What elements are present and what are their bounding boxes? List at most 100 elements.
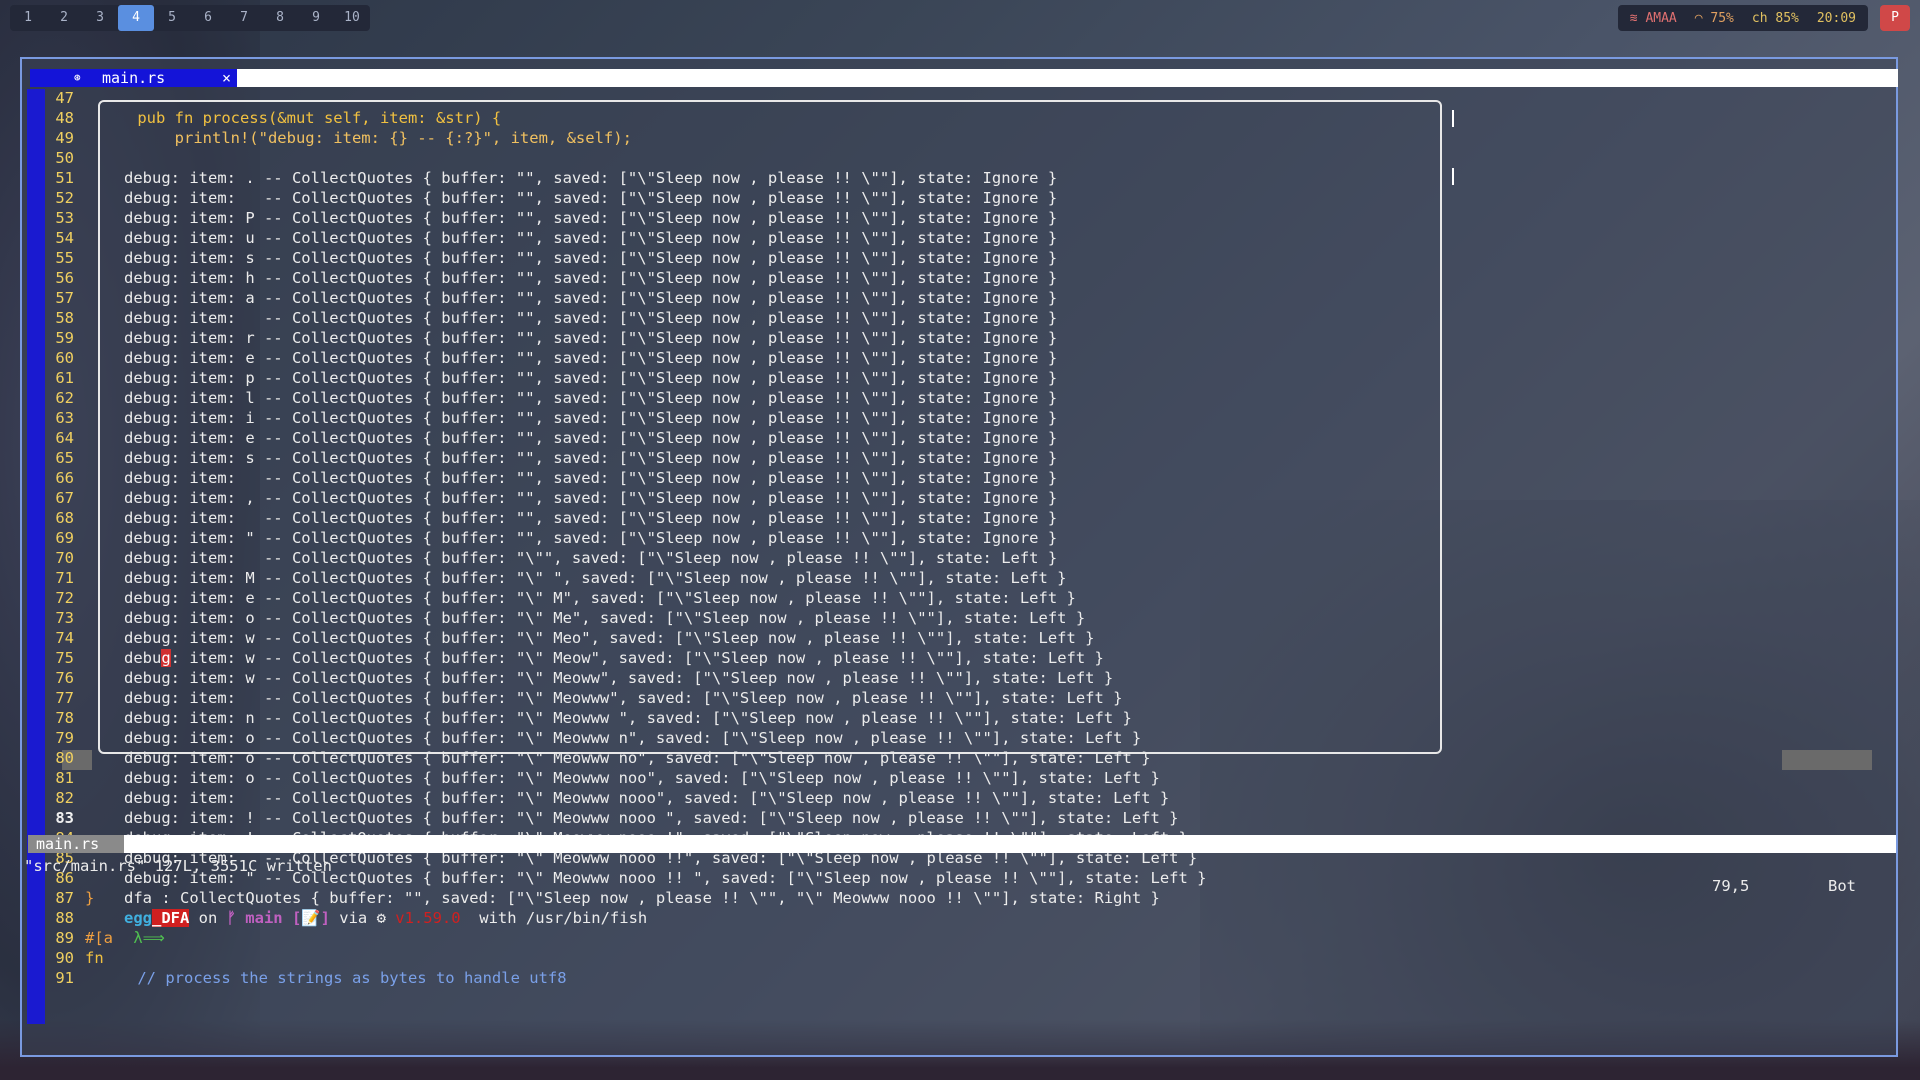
terminal-line: debug: item: h -- CollectQuotes { buffer…: [124, 269, 1058, 287]
terminal-line: debug: item: w -- CollectQuotes { buffer…: [124, 629, 1095, 647]
line-number: 63: [55, 409, 74, 427]
terminal-line: debug: item: -- CollectQuotes { buffer: …: [124, 309, 1058, 327]
line-number: 73: [55, 609, 74, 627]
line-number: 47: [55, 89, 74, 107]
terminal-line: debug: item: e -- CollectQuotes { buffer…: [124, 349, 1058, 367]
code-line[interactable]: }: [85, 888, 94, 908]
terminal-line: debug: item: " -- CollectQuotes { buffer…: [124, 529, 1058, 547]
workspace-5[interactable]: 5: [154, 5, 190, 31]
line-number: 90: [55, 949, 74, 967]
prompt-text: via: [329, 909, 377, 927]
rust-icon: ⚙: [376, 909, 386, 927]
terminal-line: debug: item: o -- CollectQuotes { buffer…: [124, 729, 1142, 747]
shell-prompt: egg_DFA on ᚠ main [📝] via ⚙ v1.59.0 with…: [124, 908, 1207, 928]
volume-status[interactable]: ◠ 75%: [1695, 11, 1734, 26]
terminal-line: debug: item: -- CollectQuotes { buffer: …: [124, 849, 1198, 867]
terminal-line: debug: item: -- CollectQuotes { buffer: …: [124, 509, 1058, 527]
rust-file-icon: ⊛: [74, 71, 81, 84]
terminal-line: debug: item: n -- CollectQuotes { buffer…: [124, 709, 1132, 727]
line-number: 78: [55, 709, 74, 727]
code-line[interactable]: fn: [85, 948, 104, 968]
line-number: 59: [55, 329, 74, 347]
line-number: 72: [55, 589, 74, 607]
terminal-line: debug: item: r -- CollectQuotes { buffer…: [124, 329, 1058, 347]
line-number: 55: [55, 249, 74, 267]
line-number: 80: [55, 749, 74, 767]
workspace-10[interactable]: 10: [334, 5, 370, 31]
workspace-8[interactable]: 8: [262, 5, 298, 31]
tab-main-rs[interactable]: ⊛ main.rs ×: [30, 69, 237, 87]
terminal-line: debug: item: ! -- CollectQuotes { buffer…: [124, 829, 1188, 847]
line-number: 86: [55, 869, 74, 887]
scrollbar[interactable]: [1452, 110, 1454, 127]
terminal-line: debug: item: o -- CollectQuotes { buffer…: [124, 609, 1086, 627]
terminal-line: debug: item: p -- CollectQuotes { buffer…: [124, 369, 1058, 387]
line-number: 65: [55, 449, 74, 467]
prompt-lambda[interactable]: λ⟹: [124, 928, 1207, 948]
prompt-directory: egg: [124, 909, 152, 927]
terminal-line: debug: item: -- CollectQuotes { buffer: …: [124, 469, 1058, 487]
status-bar: ≋ AMAA ◠ 75% ch 85% 20:09: [1617, 5, 1868, 31]
terminal-line: debug: item: u -- CollectQuotes { buffer…: [124, 229, 1058, 247]
terminal-line: debug: item: , -- CollectQuotes { buffer…: [124, 489, 1058, 507]
line-number: 85: [55, 849, 74, 867]
terminal-line: debug: item: -- CollectQuotes { buffer: …: [124, 789, 1170, 807]
line-number: 53: [55, 209, 74, 227]
terminal-line: debug: item: ! -- CollectQuotes { buffer…: [124, 809, 1179, 827]
line-number: 83: [55, 809, 74, 827]
line-number: 61: [55, 369, 74, 387]
code-line[interactable]: // process the strings as bytes to handl…: [100, 968, 566, 988]
clock[interactable]: 20:09: [1817, 11, 1856, 26]
line-number: 60: [55, 349, 74, 367]
wifi-status[interactable]: ≋ AMAA: [1630, 11, 1677, 26]
line-number: 66: [55, 469, 74, 487]
workspace-9[interactable]: 9: [298, 5, 334, 31]
terminal-line: debug: item: o -- CollectQuotes { buffer…: [124, 769, 1160, 787]
line-number: 76: [55, 669, 74, 687]
prompt-text: on: [189, 909, 227, 927]
rust-version: v1.59.0: [385, 909, 461, 927]
terminal-line: debug: item: s -- CollectQuotes { buffer…: [124, 449, 1058, 467]
line-number: 58: [55, 309, 74, 327]
line-number: 48: [55, 109, 74, 127]
power-button[interactable]: P: [1880, 5, 1910, 31]
terminal-line: debug: item: " -- CollectQuotes { buffer…: [124, 869, 1207, 887]
workspace-4[interactable]: 4: [118, 5, 154, 31]
line-number: 57: [55, 289, 74, 307]
terminal-line: debug: item: P -- CollectQuotes { buffer…: [124, 209, 1058, 227]
line-number: 70: [55, 549, 74, 567]
wifi-label: AMAA: [1645, 10, 1677, 26]
terminal-line: debug: item: i -- CollectQuotes { buffer…: [124, 409, 1058, 427]
line-number: 68: [55, 509, 74, 527]
battery-status[interactable]: ch 85%: [1752, 11, 1799, 26]
prompt-directory-highlight: _DFA: [152, 909, 190, 927]
line-number: 89: [55, 929, 74, 947]
workspace-7[interactable]: 7: [226, 5, 262, 31]
line-number: 79: [55, 729, 74, 747]
line-number: 81: [55, 769, 74, 787]
terminal-line: dfa : CollectQuotes { buffer: "", saved:…: [124, 889, 1160, 907]
tabline: ⊛ main.rs ×: [30, 69, 1898, 87]
terminal-line: debug: item: e -- CollectQuotes { buffer…: [124, 589, 1076, 607]
terminal-line: debug: item: M -- CollectQuotes { buffer…: [124, 569, 1067, 587]
workspace-3[interactable]: 3: [82, 5, 118, 31]
workspace-1[interactable]: 1: [10, 5, 46, 31]
line-number: 64: [55, 429, 74, 447]
workspace-2[interactable]: 2: [46, 5, 82, 31]
scrollbar-thumb[interactable]: [1452, 168, 1454, 185]
line-number: 50: [55, 149, 74, 167]
close-icon[interactable]: ×: [222, 69, 231, 87]
code-line[interactable]: #[a: [85, 928, 113, 948]
tab-label: main.rs: [102, 69, 166, 87]
wifi-icon: ≋: [1629, 10, 1638, 26]
shell-path: /usr/bin/fish: [525, 909, 648, 927]
terminal-output[interactable]: debug: item: . -- CollectQuotes { buffer…: [124, 168, 1207, 948]
line-number: 74: [55, 629, 74, 647]
line-number: 54: [55, 229, 74, 247]
workspace-6[interactable]: 6: [190, 5, 226, 31]
terminal-line: debug: item: l -- CollectQuotes { buffer…: [124, 389, 1058, 407]
terminal-line: debug: item: a -- CollectQuotes { buffer…: [124, 289, 1058, 307]
terminal-line: debug: item: e -- CollectQuotes { buffer…: [124, 429, 1058, 447]
line-number: 91: [55, 969, 74, 987]
line-number: 49: [55, 129, 74, 147]
